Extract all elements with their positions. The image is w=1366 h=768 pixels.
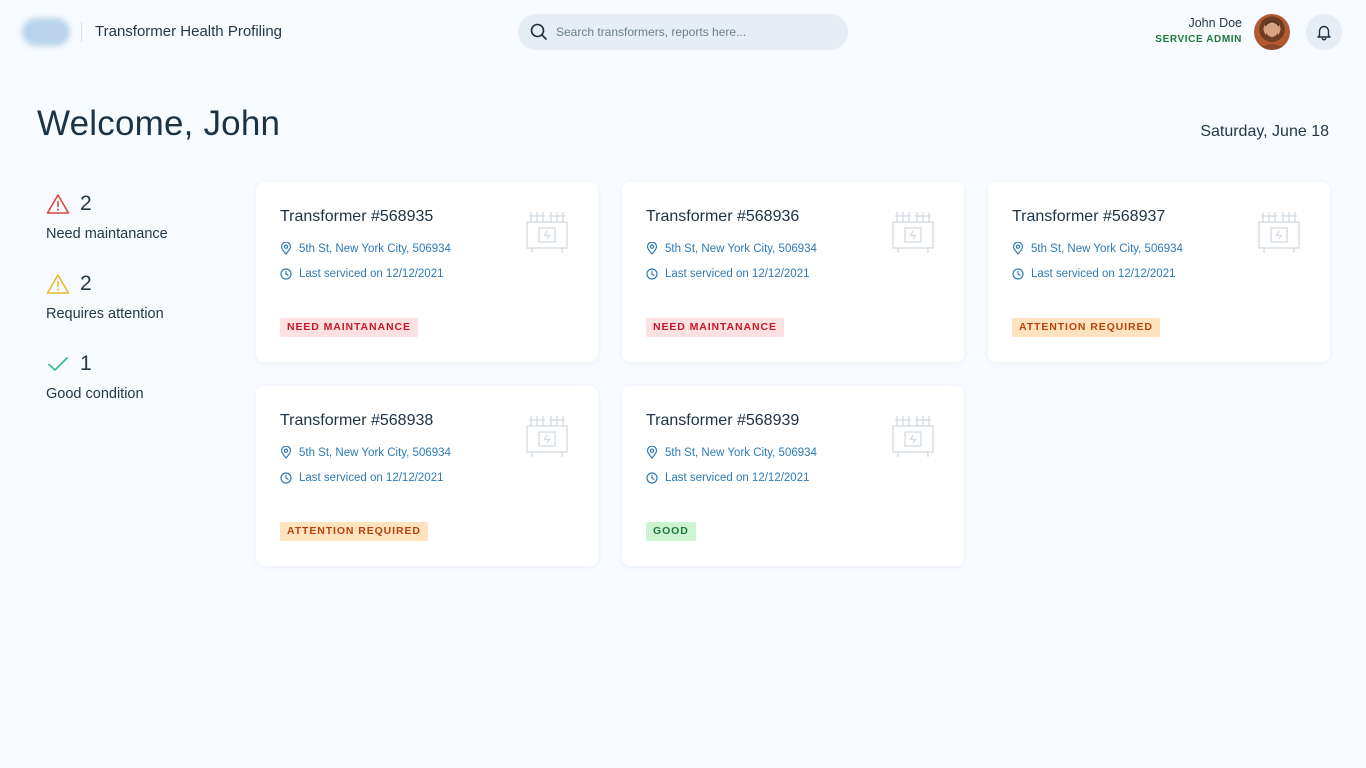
location-pin-icon bbox=[646, 242, 658, 255]
search-input[interactable] bbox=[556, 14, 836, 50]
serviced-text: Last serviced on 12/12/2021 bbox=[299, 268, 444, 280]
serviced-text: Last serviced on 12/12/2021 bbox=[665, 472, 810, 484]
divider bbox=[81, 22, 82, 42]
warning-triangle-icon bbox=[46, 274, 70, 294]
serviced-text: Last serviced on 12/12/2021 bbox=[1031, 268, 1176, 280]
address-text: 5th St, New York City, 506934 bbox=[299, 446, 451, 459]
transformer-address: 5th St, New York City, 506934 bbox=[646, 446, 817, 459]
notifications-button[interactable] bbox=[1306, 14, 1342, 50]
search-bar[interactable] bbox=[518, 14, 848, 50]
status-summary: 2 Need maintanance 2 Requires attention … bbox=[46, 190, 236, 430]
summary-good-condition[interactable]: 1 Good condition bbox=[46, 350, 236, 430]
page-title: Welcome, John bbox=[37, 104, 281, 143]
transformer-card[interactable]: Transformer #568937 5th St, New York Cit… bbox=[988, 182, 1330, 362]
transformer-last-serviced: Last serviced on 12/12/2021 bbox=[280, 268, 444, 280]
serviced-text: Last serviced on 12/12/2021 bbox=[299, 472, 444, 484]
transformer-card[interactable]: Transformer #568935 5th St, New York Cit… bbox=[256, 182, 598, 362]
summary-count: 1 bbox=[80, 352, 92, 375]
top-bar: Transformer Health Profiling John Doe SE… bbox=[0, 0, 1366, 64]
warning-triangle-icon bbox=[46, 194, 70, 214]
transformer-title: Transformer #568938 bbox=[280, 412, 434, 429]
address-text: 5th St, New York City, 506934 bbox=[299, 242, 451, 255]
user-name: John Doe bbox=[1188, 16, 1242, 30]
location-pin-icon bbox=[646, 446, 658, 459]
clock-icon bbox=[1012, 268, 1024, 280]
status-badge: NEED MAINTANANCE bbox=[280, 318, 418, 337]
check-icon bbox=[48, 357, 68, 371]
bell-icon bbox=[1317, 25, 1331, 41]
clock-icon bbox=[280, 472, 292, 484]
app-title: Transformer Health Profiling bbox=[95, 23, 283, 40]
address-text: 5th St, New York City, 506934 bbox=[665, 446, 817, 459]
transformer-address: 5th St, New York City, 506934 bbox=[280, 242, 451, 255]
transformer-last-serviced: Last serviced on 12/12/2021 bbox=[646, 472, 810, 484]
transformer-address: 5th St, New York City, 506934 bbox=[646, 242, 817, 255]
location-pin-icon bbox=[280, 446, 292, 459]
location-pin-icon bbox=[1012, 242, 1024, 255]
user-info[interactable]: John Doe SERVICE ADMIN bbox=[1155, 16, 1242, 45]
transformer-card[interactable]: Transformer #568938 5th St, New York Cit… bbox=[256, 386, 598, 566]
transformer-icon bbox=[526, 416, 568, 457]
app-logo[interactable] bbox=[22, 18, 70, 46]
summary-label: Need maintanance bbox=[46, 226, 168, 242]
summary-count: 2 bbox=[80, 192, 92, 215]
clock-icon bbox=[646, 472, 658, 484]
summary-label: Good condition bbox=[46, 386, 144, 402]
transformer-address: 5th St, New York City, 506934 bbox=[1012, 242, 1183, 255]
transformer-icon bbox=[526, 212, 568, 253]
summary-need-maintenance[interactable]: 2 Need maintanance bbox=[46, 190, 236, 270]
status-badge: ATTENTION REQUIRED bbox=[1012, 318, 1160, 337]
current-date: Saturday, June 18 bbox=[1200, 123, 1329, 140]
summary-label: Requires attention bbox=[46, 306, 164, 322]
status-badge: NEED MAINTANANCE bbox=[646, 318, 784, 337]
avatar[interactable] bbox=[1254, 14, 1290, 50]
transformer-icon bbox=[892, 212, 934, 253]
transformer-icon bbox=[1258, 212, 1300, 253]
status-badge: GOOD bbox=[646, 522, 696, 541]
address-text: 5th St, New York City, 506934 bbox=[665, 242, 817, 255]
transformer-address: 5th St, New York City, 506934 bbox=[280, 446, 451, 459]
summary-requires-attention[interactable]: 2 Requires attention bbox=[46, 270, 236, 350]
transformer-icon bbox=[892, 416, 934, 457]
transformer-title: Transformer #568936 bbox=[646, 208, 800, 225]
clock-icon bbox=[280, 268, 292, 280]
serviced-text: Last serviced on 12/12/2021 bbox=[665, 268, 810, 280]
transformer-card[interactable]: Transformer #568936 5th St, New York Cit… bbox=[622, 182, 964, 362]
transformer-last-serviced: Last serviced on 12/12/2021 bbox=[280, 472, 444, 484]
transformer-title: Transformer #568935 bbox=[280, 208, 434, 225]
status-badge: ATTENTION REQUIRED bbox=[280, 522, 428, 541]
clock-icon bbox=[646, 268, 658, 280]
location-pin-icon bbox=[280, 242, 292, 255]
avatar-photo bbox=[1258, 20, 1286, 50]
address-text: 5th St, New York City, 506934 bbox=[1031, 242, 1183, 255]
transformer-title: Transformer #568939 bbox=[646, 412, 800, 429]
summary-count: 2 bbox=[80, 272, 92, 295]
user-role: SERVICE ADMIN bbox=[1155, 34, 1242, 45]
transformer-card[interactable]: Transformer #568939 5th St, New York Cit… bbox=[622, 386, 964, 566]
search-icon bbox=[530, 23, 547, 40]
transformer-last-serviced: Last serviced on 12/12/2021 bbox=[646, 268, 810, 280]
transformer-last-serviced: Last serviced on 12/12/2021 bbox=[1012, 268, 1176, 280]
transformer-title: Transformer #568937 bbox=[1012, 208, 1166, 225]
